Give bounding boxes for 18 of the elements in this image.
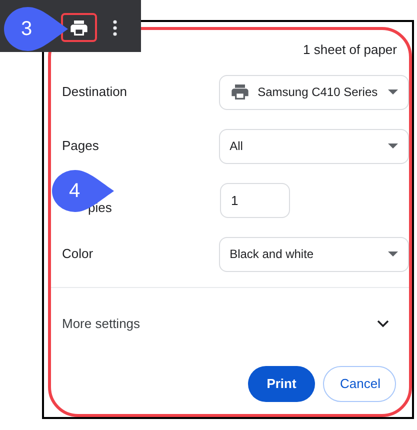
printer-icon — [230, 82, 250, 102]
dropdown[interactable]: All — [218, 128, 409, 164]
setting-label: Pages — [62, 137, 100, 156]
dropdown[interactable]: Black and white — [218, 236, 409, 272]
more-options-icon[interactable] — [112, 20, 118, 36]
printer-icon — [69, 18, 89, 38]
setting-label: Destination — [62, 83, 128, 102]
step-badge: 3 — [4, 7, 68, 51]
more-settings-row[interactable]: More settings — [51, 288, 409, 360]
dropdown[interactable]: Samsung C410 Series — [218, 74, 409, 110]
print-button[interactable]: Print — [248, 366, 315, 402]
caret-icon — [388, 251, 398, 257]
copies-field[interactable]: 1 — [220, 182, 290, 218]
caret-icon — [388, 89, 398, 95]
cancel-button[interactable]: Cancel — [323, 366, 396, 402]
setting-label: Color — [62, 245, 94, 264]
caret-icon — [388, 143, 398, 149]
sheet-count: 1 sheet of paper — [303, 41, 397, 59]
